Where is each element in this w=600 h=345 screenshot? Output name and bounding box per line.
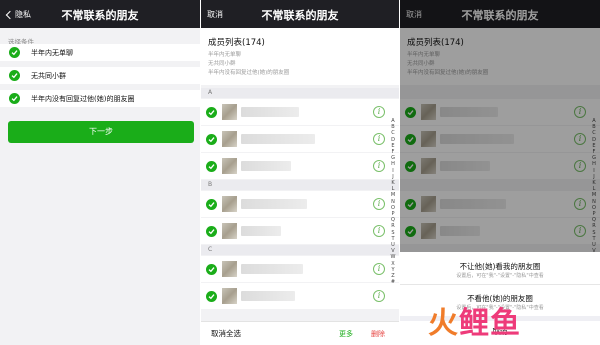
member-row[interactable]: i (201, 126, 399, 152)
check-icon (206, 161, 217, 172)
conditions-panel: 隐私 不常联系的朋友 选择条件 半年内无单聊 无共同小群 半年内没有回复过他(她… (0, 0, 200, 345)
member-name-blurred (241, 107, 299, 117)
page-title: 不常联系的朋友 (261, 9, 339, 22)
check-icon (206, 291, 217, 302)
condition-label: 半年内无单聊 (31, 49, 73, 57)
avatar (222, 261, 237, 277)
condition-item[interactable]: 无共同小群 (0, 67, 200, 84)
more-button[interactable]: 更多 (339, 329, 353, 339)
condition-summary: 无共同小群 (208, 61, 236, 67)
check-icon (9, 93, 20, 104)
member-name-blurred (241, 291, 295, 301)
check-icon (206, 226, 217, 237)
deselect-all-button[interactable]: 取消全选 (211, 328, 241, 339)
nav-bar: 取消 不常联系的朋友 (201, 0, 399, 28)
condition-label: 无共同小群 (31, 72, 66, 80)
check-icon (9, 70, 20, 81)
index-letter[interactable]: # (389, 279, 397, 285)
action-sheet-panel: 取消 不常联系的朋友 成员列表(174) 半年内无单聊 无共同小群 半年内没有回… (400, 0, 600, 345)
member-name-blurred (241, 226, 281, 236)
option-hint: 设置后，可在"我"-"设置"-"隐私"中查看 (456, 273, 544, 279)
info-icon[interactable]: i (373, 160, 385, 172)
nav-bar: 隐私 不常联系的朋友 (0, 0, 200, 28)
info-icon[interactable]: i (373, 133, 385, 145)
member-list-panel: 取消 不常联系的朋友 成员列表(174) 半年内无单聊 无共同小群 半年内没有回… (201, 0, 399, 345)
members-title: 成员列表(174) (208, 38, 265, 48)
info-icon[interactable]: i (373, 225, 385, 237)
info-icon[interactable]: i (373, 106, 385, 118)
avatar (222, 288, 237, 304)
bottom-toolbar: 取消全选 更多 删除 (201, 321, 399, 345)
condition-item[interactable]: 半年内没有回复过他(她)的朋友圈 (0, 90, 200, 107)
member-row[interactable]: i (201, 99, 399, 125)
check-icon (206, 134, 217, 145)
check-icon (206, 264, 217, 275)
group-header: A (201, 88, 399, 98)
watermark-part2: 鲤鱼 (459, 306, 521, 341)
condition-summary: 半年内没有回复过他(她)的朋友圈 (208, 70, 290, 76)
avatar (222, 158, 237, 174)
member-row[interactable]: i (201, 153, 399, 179)
info-icon[interactable]: i (373, 263, 385, 275)
member-name-blurred (241, 134, 315, 144)
hide-my-moments-option[interactable]: 不让他(她)看我的朋友圈 (400, 261, 600, 272)
avatar (222, 223, 237, 239)
member-row[interactable]: i (201, 256, 399, 282)
avatar (222, 131, 237, 147)
member-row[interactable]: i (201, 283, 399, 309)
check-icon (206, 107, 217, 118)
member-name-blurred (241, 264, 303, 274)
watermark-part1: 火 (428, 306, 459, 341)
group-header: C (201, 245, 399, 255)
divider (400, 284, 600, 285)
condition-label: 半年内没有回复过他(她)的朋友圈 (31, 95, 135, 103)
avatar (222, 196, 237, 212)
delete-button[interactable]: 删除 (371, 329, 385, 339)
member-name-blurred (241, 161, 291, 171)
next-button[interactable]: 下一步 (8, 121, 194, 143)
check-icon (9, 47, 20, 58)
member-name-blurred (241, 199, 307, 209)
condition-summary: 半年内无单聊 (208, 52, 242, 58)
group-header: B (201, 180, 399, 190)
member-row[interactable]: i (201, 218, 399, 244)
member-row[interactable]: i (201, 191, 399, 217)
page-title: 不常联系的朋友 (61, 9, 139, 22)
watermark-logo: 火 鲤鱼 (428, 300, 521, 341)
check-icon (206, 199, 217, 210)
condition-item[interactable]: 半年内无单聊 (0, 44, 200, 61)
avatar (222, 104, 237, 120)
info-icon[interactable]: i (373, 290, 385, 302)
info-icon[interactable]: i (373, 198, 385, 210)
alphabet-index[interactable]: ABCDEFGHIJKLMNOPQRSTUVWXYZ# (389, 118, 397, 285)
